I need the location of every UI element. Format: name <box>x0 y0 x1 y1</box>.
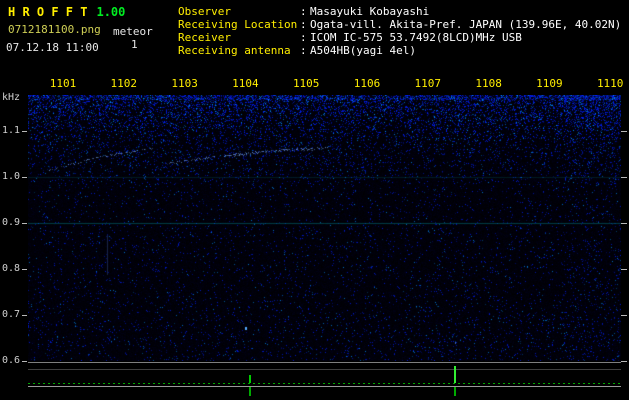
observation-datetime: 07.12.18 11:00 <box>6 41 99 54</box>
freq-tick-mark <box>621 131 627 132</box>
info-label: Receiving Location <box>178 18 298 31</box>
time-tick-1109: 1109 <box>536 77 563 90</box>
info-separator: : <box>300 31 307 44</box>
time-axis: 1101 1102 1103 1104 1105 1106 1107 1108 1109 1110 <box>0 77 629 91</box>
info-value: A504HB(yagi 4el) <box>310 44 416 57</box>
time-tick-1101: 1101 <box>49 77 77 90</box>
meteor-marker-tick <box>249 387 251 396</box>
app-title-text: H R O F F T <box>8 5 88 19</box>
freq-tick-0.9: 0.9 <box>2 217 21 228</box>
output-filename: 0712181100.png <box>8 23 101 36</box>
freq-tick-mark <box>621 315 627 316</box>
time-tick-1108: 1108 <box>475 77 502 90</box>
freq-tick-mark <box>22 131 27 132</box>
info-label: Receiving antenna <box>178 44 291 57</box>
time-tick-1107: 1107 <box>414 77 442 90</box>
info-row-location: Receiving Location : Ogata-vill. Akita-P… <box>178 18 621 31</box>
info-separator: : <box>300 18 307 31</box>
meter-top-line <box>28 362 621 363</box>
info-row-antenna: Receiving antenna : A504HB(yagi 4el) <box>178 44 621 57</box>
meteor-counter-value: 1 <box>131 38 138 51</box>
freq-tick-0.8: 0.8 <box>2 263 21 274</box>
freq-tick-mark <box>22 361 27 362</box>
time-tick-1103: 1103 <box>171 77 198 90</box>
info-separator: : <box>300 44 307 57</box>
station-info-block: Observer : Masayuki Kobayashi Receiving … <box>178 5 621 57</box>
app-title: H R O F F T 1.00 <box>8 5 125 19</box>
spectrogram-canvas <box>28 95 621 361</box>
time-tick-1102: 1102 <box>110 77 138 90</box>
info-row-receiver: Receiver : ICOM IC-575 53.7492(8LCD)MHz … <box>178 31 621 44</box>
meter-baseline <box>28 383 621 384</box>
info-row-observer: Observer : Masayuki Kobayashi <box>178 5 621 18</box>
freq-tick-mark <box>621 361 627 362</box>
freq-tick-mark <box>22 223 27 224</box>
info-label: Receiver <box>178 31 231 44</box>
freq-tick-1.0: 1.0 <box>2 171 21 182</box>
freq-tick-mark <box>22 177 27 178</box>
meteor-counter-label: meteor <box>113 25 153 38</box>
info-separator: : <box>300 5 307 18</box>
app-version: 1.00 <box>96 5 126 19</box>
info-label: Observer <box>178 5 231 18</box>
time-tick-1104: 1104 <box>232 77 259 90</box>
freq-tick-mark <box>621 269 627 270</box>
frequency-axis-unit: kHz <box>2 92 21 103</box>
freq-tick-mark <box>22 269 27 270</box>
freq-tick-mark <box>621 177 627 178</box>
meter-bottom-line <box>28 386 621 387</box>
meteor-marker-tick <box>454 387 456 396</box>
freq-tick-mark <box>22 315 27 316</box>
freq-tick-mark <box>621 223 627 224</box>
info-value: ICOM IC-575 53.7492(8LCD)MHz USB <box>310 31 522 44</box>
time-tick-1110: 1110 <box>596 77 624 90</box>
time-tick-1105: 1105 <box>292 77 320 90</box>
info-value: Masayuki Kobayashi <box>310 5 430 18</box>
hrofft-spectrogram-image: H R O F F T 1.00 0712181100.png meteor 1 … <box>0 0 629 400</box>
freq-tick-1.1: 1.1 <box>2 125 21 136</box>
meter-spike <box>249 375 251 383</box>
freq-tick-0.7: 0.7 <box>2 309 21 320</box>
info-value: Ogata-vill. Akita-Pref. JAPAN (139.96E, … <box>310 18 622 31</box>
signal-level-meter <box>28 362 621 396</box>
time-tick-1106: 1106 <box>353 77 381 90</box>
meter-spike <box>454 366 456 383</box>
meter-mid-line <box>28 369 621 370</box>
freq-tick-0.6: 0.6 <box>2 355 21 366</box>
